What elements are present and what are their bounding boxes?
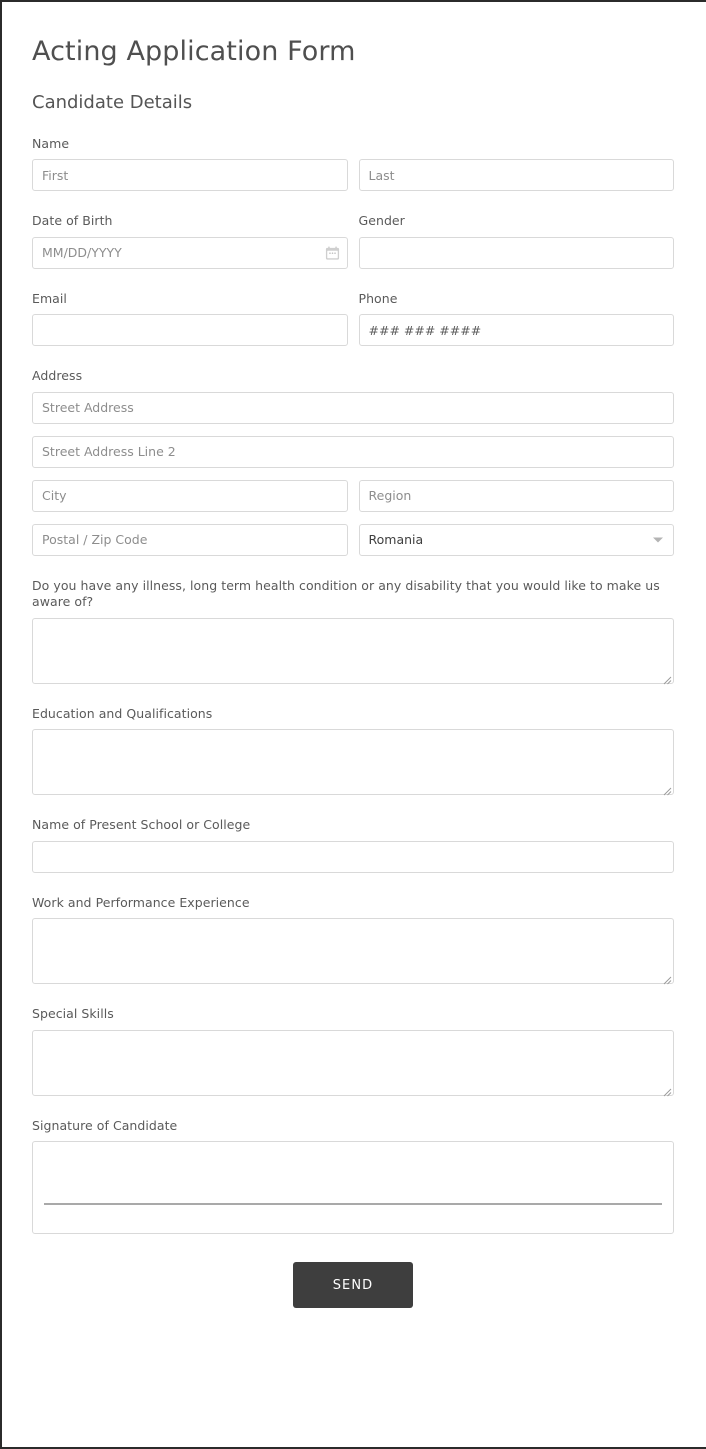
label-date-of-birth: Date of Birth [32, 213, 113, 229]
application-form-card: Acting Application Form Candidate Detail… [2, 2, 704, 1447]
work-experience-textarea[interactable] [32, 918, 674, 985]
page-frame: Acting Application Form Candidate Detail… [0, 0, 706, 1449]
send-button[interactable]: SEND [293, 1262, 413, 1309]
label-name: Name [32, 135, 70, 151]
dob-col [32, 236, 348, 269]
label-email: Email [32, 290, 67, 306]
postal-zip-input[interactable] [32, 523, 348, 556]
email-col [32, 314, 348, 347]
field-group-health: Do you have any illness, long term healt… [32, 577, 674, 685]
field-group-education: Education and Qualifications [32, 706, 674, 796]
field-group-skills: Special Skills [32, 1006, 674, 1097]
phone-col [358, 314, 674, 347]
label-address: Address [32, 368, 83, 384]
country-select[interactable] [358, 523, 674, 556]
field-group-name: Name [32, 136, 674, 192]
field-group-address: Address [32, 368, 674, 556]
skills-textarea-wrapper [32, 1029, 674, 1097]
city-input[interactable] [32, 479, 348, 512]
gender-col [358, 236, 674, 269]
date-of-birth-wrapper [32, 236, 348, 269]
field-group-work: Work and Performance Experience [32, 895, 674, 985]
city-region-row [32, 479, 674, 512]
field-group-school: Name of Present School or College [32, 817, 674, 873]
work-textarea-wrapper [32, 918, 674, 985]
present-school-input[interactable] [32, 840, 674, 873]
education-textarea[interactable] [32, 729, 674, 796]
field-group-email-phone: Email Phone [32, 291, 674, 347]
signature-line [44, 1203, 662, 1206]
submit-row: SEND [32, 1262, 674, 1309]
last-name-input[interactable] [358, 159, 674, 192]
label-present-school: Name of Present School or College [32, 817, 251, 833]
city-col [32, 479, 348, 512]
label-special-skills: Special Skills [32, 1006, 114, 1022]
date-of-birth-input[interactable] [32, 236, 348, 269]
label-gender: Gender [358, 213, 405, 229]
field-group-dob-gender: Date of Birth Gender [32, 213, 674, 269]
dob-gender-label-row: Date of Birth Gender [32, 213, 674, 237]
section-heading-candidate-details: Candidate Details [32, 92, 193, 114]
region-input[interactable] [358, 479, 674, 512]
label-signature: Signature of Candidate [32, 1117, 178, 1133]
phone-input[interactable] [358, 314, 674, 347]
label-health-condition: Do you have any illness, long term healt… [32, 577, 660, 610]
special-skills-textarea[interactable] [32, 1029, 674, 1096]
signature-pad[interactable] [32, 1141, 674, 1235]
health-condition-textarea[interactable] [32, 617, 674, 684]
field-group-signature: Signature of Candidate [32, 1118, 674, 1235]
email-input[interactable] [32, 314, 348, 347]
education-textarea-wrapper [32, 729, 674, 796]
postal-col [32, 523, 348, 556]
country-select-wrapper[interactable] [358, 523, 674, 556]
street-address-input[interactable] [32, 391, 674, 424]
page-title: Acting Application Form [32, 36, 356, 67]
region-col [358, 479, 674, 512]
street-address-line2-input[interactable] [32, 435, 674, 468]
email-phone-label-row: Email Phone [32, 291, 674, 315]
dob-gender-row [32, 236, 674, 269]
health-textarea-wrapper [32, 617, 674, 685]
label-work-experience: Work and Performance Experience [32, 894, 250, 910]
name-row [32, 159, 674, 192]
address-stack [32, 391, 674, 468]
gender-input[interactable] [358, 236, 674, 269]
label-phone: Phone [358, 290, 398, 306]
email-phone-row [32, 314, 674, 347]
postal-country-row [32, 523, 674, 556]
last-name-col [358, 159, 674, 192]
label-education-qualifications: Education and Qualifications [32, 705, 213, 721]
country-col [358, 523, 674, 556]
first-name-input[interactable] [32, 159, 348, 192]
first-name-col [32, 159, 348, 192]
